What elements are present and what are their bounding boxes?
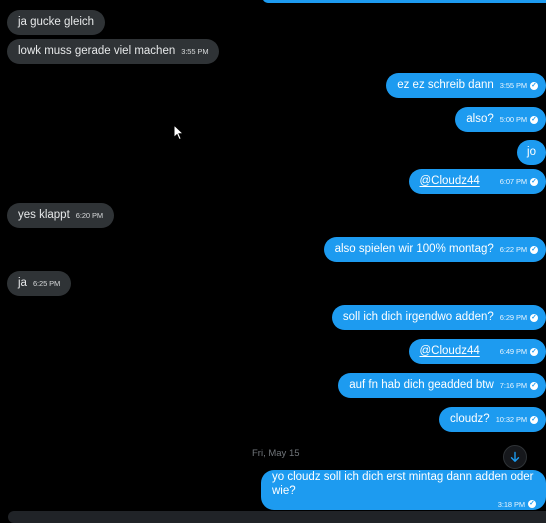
message-timestamp: 7:16 PM bbox=[500, 382, 527, 390]
message-outgoing[interactable]: @Cloudz44 6:07 PM ✓ bbox=[409, 169, 546, 194]
message-timestamp: 6:49 PM bbox=[500, 348, 527, 356]
message-text: ja gucke gleich bbox=[18, 17, 94, 29]
message-outgoing[interactable]: also? 5:00 PM ✓ bbox=[455, 107, 546, 132]
message-text: jo bbox=[527, 147, 536, 159]
message-text: yo cloudz soll ich dich erst mintag dann… bbox=[272, 471, 536, 499]
message-timestamp: 6:25 PM bbox=[33, 280, 60, 288]
message-timestamp: 10:32 PM bbox=[496, 416, 527, 424]
arrow-down-icon bbox=[509, 451, 521, 463]
message-text: soll ich dich irgendwo adden? bbox=[343, 312, 494, 324]
read-check-icon: ✓ bbox=[530, 246, 538, 254]
read-check-icon: ✓ bbox=[530, 178, 538, 186]
message-incoming[interactable]: ja gucke gleich bbox=[7, 10, 105, 35]
message-timestamp: 6:22 PM bbox=[500, 246, 527, 254]
message-outgoing[interactable]: jo bbox=[517, 140, 546, 165]
read-check-icon: ✓ bbox=[530, 82, 538, 90]
date-separator: Fri, May 15 bbox=[252, 448, 300, 459]
message-outgoing[interactable]: yo cloudz soll ich dich erst mintag dann… bbox=[261, 470, 546, 510]
read-check-icon: ✓ bbox=[530, 116, 538, 124]
message-timestamp: 6:20 PM bbox=[76, 212, 103, 220]
read-check-icon: ✓ bbox=[530, 416, 538, 424]
read-check-icon: ✓ bbox=[530, 314, 538, 322]
message-text: ja bbox=[18, 278, 27, 290]
scroll-to-bottom-button[interactable] bbox=[503, 445, 527, 469]
message-timestamp: 3:18 PM bbox=[498, 500, 525, 509]
user-mention-link[interactable]: @Cloudz44 bbox=[420, 346, 494, 358]
message-text: yes klappt bbox=[18, 210, 70, 222]
message-outgoing[interactable]: @Cloudz44 6:49 PM ✓ bbox=[409, 339, 546, 364]
read-check-icon: ✓ bbox=[528, 500, 536, 508]
message-timestamp: 5:00 PM bbox=[500, 116, 527, 124]
read-check-icon: ✓ bbox=[530, 348, 538, 356]
message-timestamp: 3:55 PM bbox=[181, 48, 208, 56]
message-text: also? bbox=[466, 114, 494, 126]
message-timestamp: 6:29 PM bbox=[500, 314, 527, 322]
conversation-view[interactable]: ja gucke gleich lowk muss gerade viel ma… bbox=[0, 0, 546, 518]
read-check-icon: ✓ bbox=[530, 382, 538, 390]
message-outgoing[interactable]: ez ez schreib dann 3:55 PM ✓ bbox=[386, 73, 546, 98]
message-text: lowk muss gerade viel machen bbox=[18, 46, 175, 58]
message-incoming[interactable]: ja 6:25 PM bbox=[7, 271, 71, 296]
message-incoming[interactable]: lowk muss gerade viel machen 3:55 PM bbox=[7, 39, 219, 64]
message-text: auf fn hab dich geadded btw bbox=[349, 380, 494, 392]
user-mention-link[interactable]: @Cloudz44 bbox=[420, 176, 494, 188]
message-text: cloudz? bbox=[450, 414, 490, 426]
message-outgoing[interactable]: cloudz? 10:32 PM ✓ bbox=[439, 407, 546, 432]
message-text: also spielen wir 100% montag? bbox=[335, 244, 494, 256]
message-incoming[interactable]: yes klappt 6:20 PM bbox=[7, 203, 114, 228]
message-composer[interactable] bbox=[8, 511, 546, 523]
previous-message-bubble bbox=[262, 0, 546, 3]
message-outgoing[interactable]: auf fn hab dich geadded btw 7:16 PM ✓ bbox=[338, 373, 546, 398]
message-text: ez ez schreib dann bbox=[397, 80, 494, 92]
message-outgoing[interactable]: soll ich dich irgendwo adden? 6:29 PM ✓ bbox=[332, 305, 546, 330]
message-outgoing[interactable]: also spielen wir 100% montag? 6:22 PM ✓ bbox=[324, 237, 546, 262]
message-timestamp: 3:55 PM bbox=[500, 82, 527, 90]
mouse-pointer-icon bbox=[173, 124, 185, 141]
message-timestamp: 6:07 PM bbox=[500, 178, 527, 186]
